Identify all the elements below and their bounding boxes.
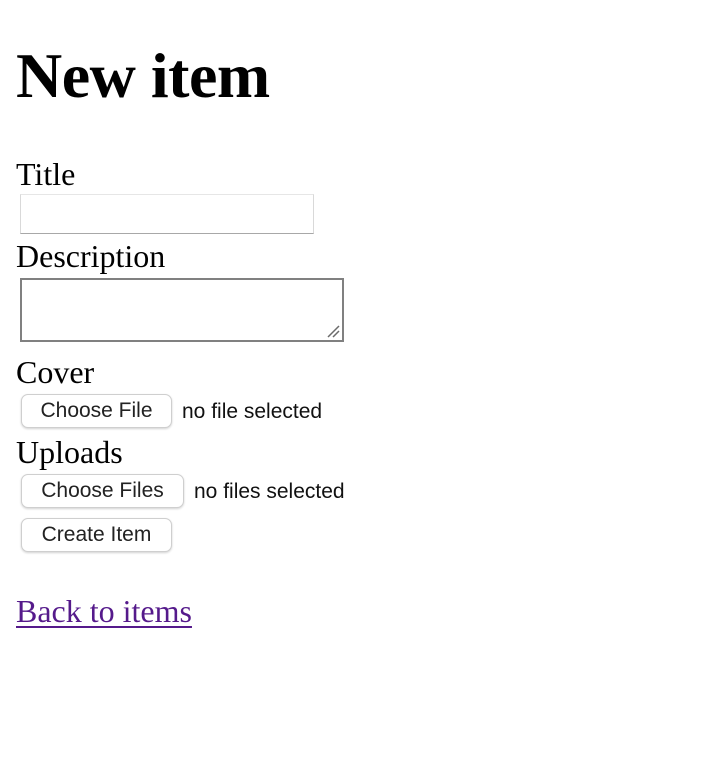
resize-grip-icon[interactable] bbox=[326, 324, 340, 338]
cover-file-status: no file selected bbox=[182, 400, 323, 423]
cover-choose-file-button[interactable]: Choose File bbox=[21, 394, 172, 428]
create-item-button[interactable]: Create Item bbox=[21, 518, 172, 552]
uploads-label: Uploads bbox=[16, 434, 123, 470]
uploads-file-status: no files selected bbox=[194, 480, 345, 503]
title-label: Title bbox=[16, 156, 76, 192]
title-input[interactable] bbox=[20, 194, 314, 234]
back-to-items-link[interactable]: Back to items bbox=[16, 592, 192, 630]
description-textarea[interactable] bbox=[20, 278, 344, 342]
description-label: Description bbox=[16, 238, 166, 274]
uploads-choose-files-button[interactable]: Choose Files bbox=[21, 474, 184, 508]
page-title: New item bbox=[16, 40, 270, 111]
cover-label: Cover bbox=[16, 354, 95, 390]
